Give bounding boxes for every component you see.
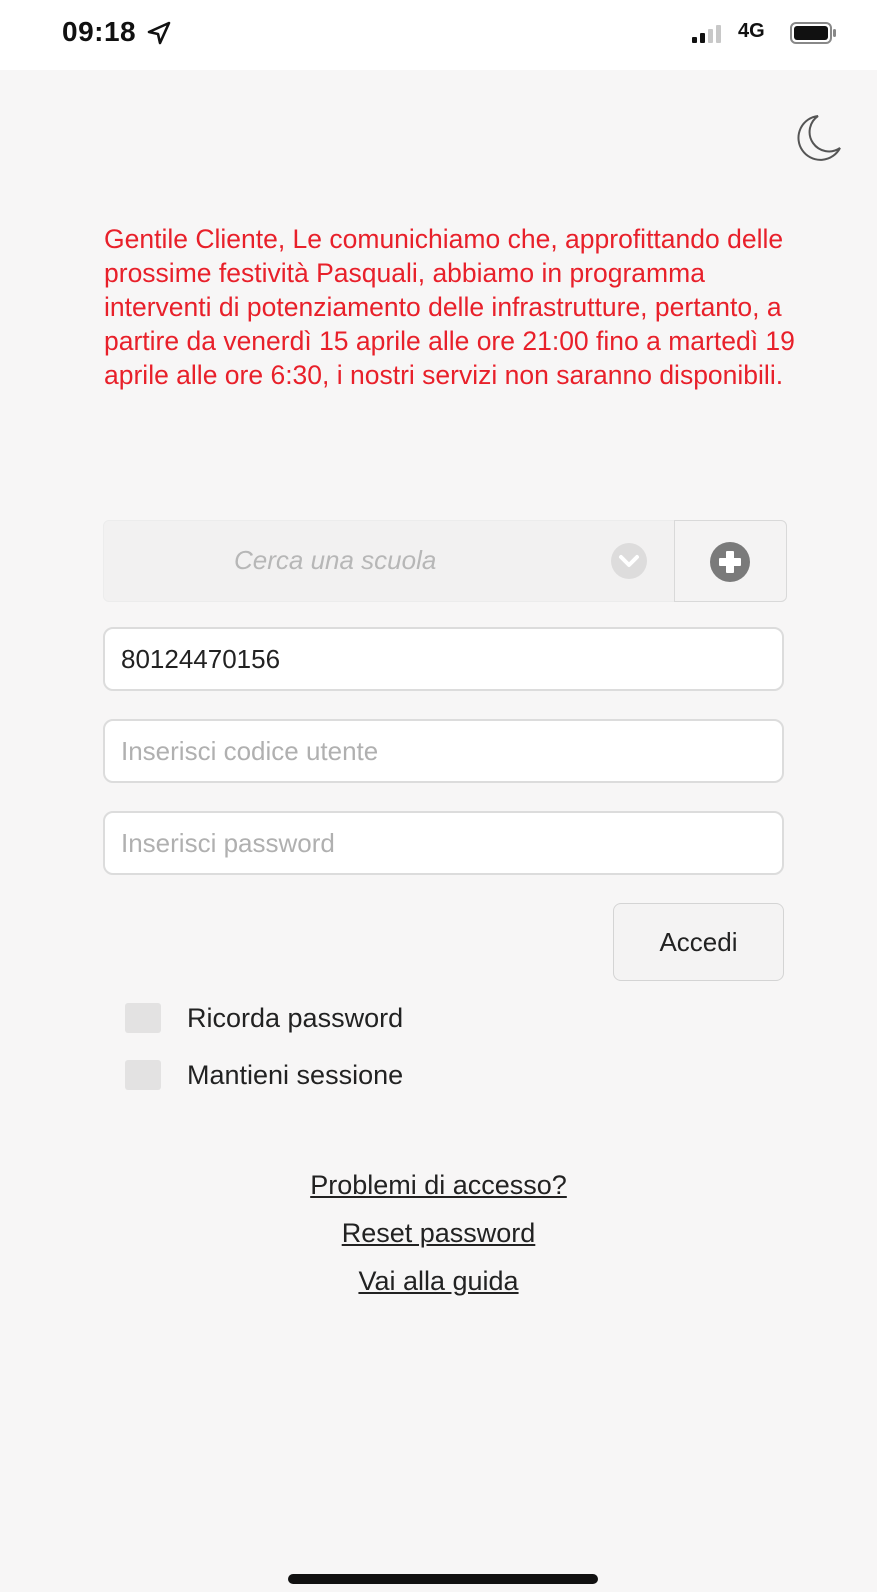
status-bar: 09:18 4G xyxy=(0,0,877,70)
school-search-select[interactable]: Cerca una scuola xyxy=(103,520,787,602)
password-field[interactable] xyxy=(103,811,784,875)
reset-password-link[interactable]: Reset password xyxy=(0,1218,877,1249)
add-school-button[interactable] xyxy=(674,520,787,602)
home-indicator[interactable] xyxy=(288,1574,598,1584)
location-arrow-icon xyxy=(147,21,171,45)
plus-circle-icon xyxy=(710,542,750,582)
guide-link[interactable]: Vai alla guida xyxy=(0,1266,877,1297)
school-search-placeholder: Cerca una scuola xyxy=(234,545,437,575)
remember-password-checkbox[interactable] xyxy=(125,1003,161,1033)
school-code-field[interactable] xyxy=(103,627,784,691)
remember-password-label: Ricorda password xyxy=(187,1002,404,1033)
battery-icon xyxy=(790,22,836,44)
moon-icon[interactable] xyxy=(788,110,846,168)
user-code-field[interactable] xyxy=(103,719,784,783)
status-time: 09:18 xyxy=(62,16,137,47)
network-type: 4G xyxy=(738,20,765,42)
chevron-down-icon[interactable] xyxy=(609,541,649,581)
keep-session-option[interactable]: Mantieni sessione xyxy=(125,1055,403,1095)
keep-session-label: Mantieni sessione xyxy=(187,1059,404,1090)
login-screen: Gentile Cliente, Le comunichiamo che, ap… xyxy=(0,70,877,1592)
login-button[interactable]: Accedi xyxy=(613,903,784,981)
keep-session-checkbox[interactable] xyxy=(125,1060,161,1090)
phone-screen: 09:18 4G Gentile Cliente, Le comunichiam… xyxy=(0,0,877,1592)
access-problems-link[interactable]: Problemi di accesso? xyxy=(0,1170,877,1201)
signal-bars-icon xyxy=(692,25,721,43)
remember-password-option[interactable]: Ricorda password xyxy=(125,998,403,1038)
maintenance-notice: Gentile Cliente, Le comunichiamo che, ap… xyxy=(104,224,795,390)
